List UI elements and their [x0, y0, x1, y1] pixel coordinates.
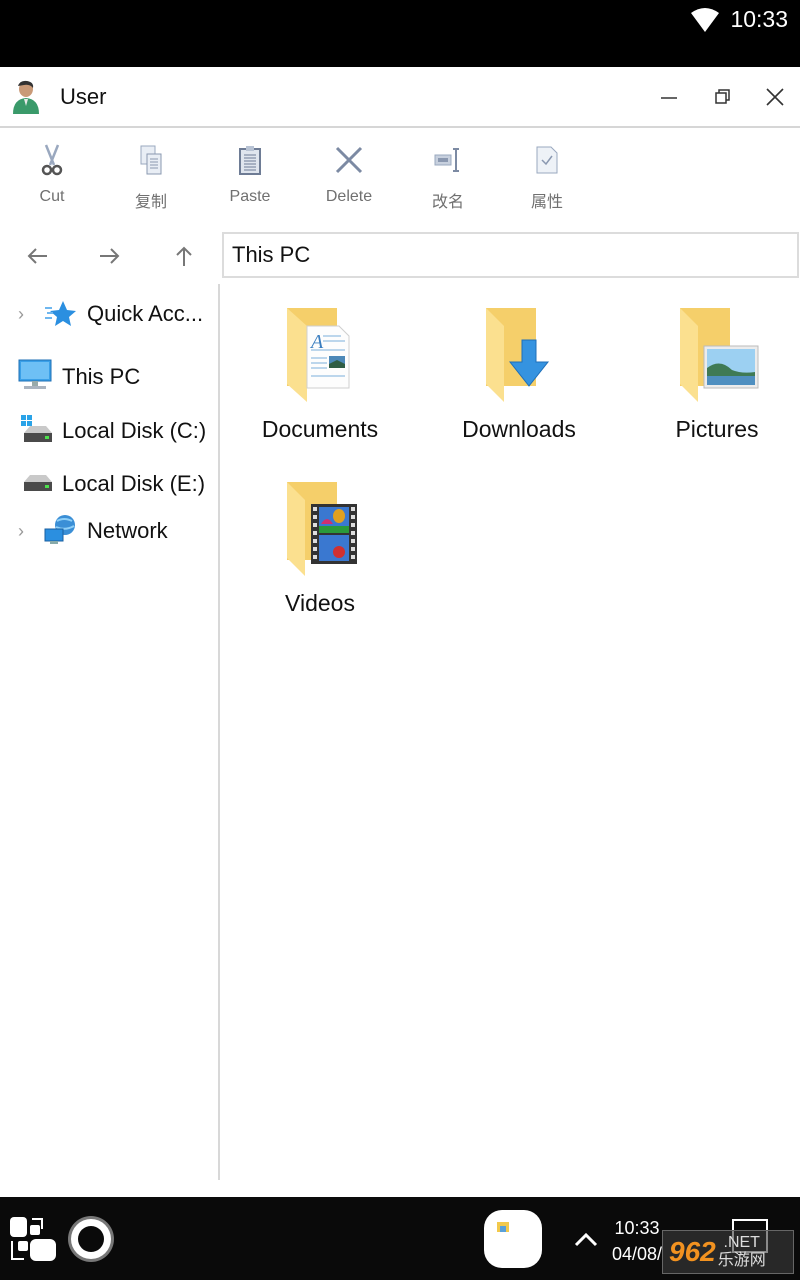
- delete-label: Delete: [325, 188, 373, 205]
- back-button[interactable]: [19, 240, 55, 272]
- star-icon: [45, 301, 76, 326]
- watermark: 962 .NET 乐游网: [662, 1230, 794, 1274]
- rename-label: 改名: [431, 194, 464, 211]
- paste-label: Paste: [229, 188, 271, 205]
- downloads-folder-icon: [486, 308, 550, 402]
- app-drawer-icon[interactable]: [8, 1215, 58, 1263]
- rename-icon: [434, 148, 459, 172]
- drive-icon: [24, 475, 52, 491]
- properties-label: 属性: [530, 194, 563, 211]
- toolbar: Cut 复制 Paste Delete 改名 属性: [0, 130, 800, 228]
- properties-icon: [536, 146, 558, 174]
- window-title: User: [60, 84, 107, 109]
- arrow-up-icon: [176, 246, 192, 266]
- folder-name: Downloads: [462, 416, 576, 442]
- taskbar-app-file-explorer[interactable]: [484, 1210, 542, 1268]
- sidebar-item-this-pc[interactable]: This PC: [0, 355, 218, 399]
- folder-videos[interactable]: Videos: [225, 480, 415, 650]
- close-icon: [766, 88, 784, 106]
- minimize-icon: [661, 97, 677, 99]
- cut-button[interactable]: Cut: [7, 140, 97, 220]
- sidebar-item-quick-access[interactable]: › Quick Acc...: [0, 292, 218, 336]
- status-bar: 10:33: [0, 0, 800, 67]
- network-icon: [44, 515, 75, 544]
- taskbar-clock[interactable]: 10:33 04/08/: [612, 1215, 662, 1267]
- chevron-up-icon[interactable]: [574, 1231, 598, 1247]
- folder-name: Documents: [261, 416, 379, 442]
- up-button[interactable]: [166, 240, 202, 272]
- chevron-right-icon[interactable]: ›: [18, 304, 24, 325]
- pictures-folder-icon: [680, 308, 759, 402]
- videos-folder-icon: [287, 482, 357, 576]
- clipboard-icon: [239, 146, 261, 175]
- taskbar-date: 04/08/: [612, 1244, 663, 1264]
- navigation-bar: This PC: [0, 228, 800, 284]
- watermark-sub: 乐游网: [717, 1252, 766, 1269]
- folder-pictures[interactable]: Pictures: [622, 306, 800, 476]
- folder-name: Pictures: [675, 416, 759, 442]
- sidebar-label: This PC: [62, 364, 141, 389]
- properties-button[interactable]: 属性: [502, 140, 592, 220]
- system-drive-icon: [21, 415, 52, 442]
- delete-button[interactable]: Delete: [304, 140, 394, 220]
- scissors-icon: [41, 144, 63, 176]
- rename-button[interactable]: 改名: [403, 140, 493, 220]
- forward-button[interactable]: [92, 240, 128, 272]
- wifi-icon: [691, 7, 720, 32]
- close-button[interactable]: [758, 81, 792, 113]
- monitor-icon: [18, 359, 52, 389]
- file-explorer-icon: [497, 1222, 509, 1232]
- folder-downloads[interactable]: Downloads: [424, 306, 614, 476]
- status-time: 10:33: [730, 6, 788, 32]
- copy-button[interactable]: 复制: [106, 140, 196, 220]
- sidebar-item-network[interactable]: › Network: [0, 509, 218, 553]
- address-bar[interactable]: This PC: [222, 232, 799, 278]
- taskbar-time: 10:33: [614, 1218, 660, 1238]
- watermark-number: 962: [669, 1236, 716, 1267]
- watermark-suffix: .NET: [723, 1234, 760, 1251]
- user-avatar-icon: [13, 80, 39, 114]
- minimize-button[interactable]: [652, 81, 686, 113]
- copy-icon: [140, 145, 162, 175]
- sidebar-label: Local Disk (E:): [62, 471, 206, 496]
- sidebar-label: Local Disk (C:): [62, 418, 207, 443]
- chevron-right-icon[interactable]: ›: [18, 521, 24, 542]
- navigation-pane: › Quick Acc... This PC Local Disk (C:) L…: [0, 284, 220, 1180]
- home-circle-icon[interactable]: [66, 1214, 116, 1264]
- folder-documents[interactable]: A Documents: [225, 306, 415, 476]
- restore-icon: [715, 89, 730, 104]
- x-icon: [335, 146, 363, 174]
- restore-button[interactable]: [706, 81, 740, 113]
- paste-button[interactable]: Paste: [205, 140, 295, 220]
- sidebar-label: Quick Acc...: [87, 301, 204, 326]
- sidebar-item-local-disk-e[interactable]: Local Disk (E:): [0, 462, 218, 506]
- folder-name: Videos: [285, 590, 355, 616]
- sidebar-item-local-disk-c[interactable]: Local Disk (C:): [0, 409, 218, 453]
- sidebar-label: Network: [87, 518, 168, 543]
- title-bar: User: [0, 67, 800, 128]
- arrow-left-icon: [27, 248, 47, 264]
- documents-folder-icon: A: [287, 308, 350, 402]
- content-area: A Documents Downloads Pictures Videos: [222, 284, 800, 1180]
- cut-label: Cut: [39, 188, 65, 205]
- copy-label: 复制: [134, 194, 167, 211]
- arrow-right-icon: [100, 248, 120, 264]
